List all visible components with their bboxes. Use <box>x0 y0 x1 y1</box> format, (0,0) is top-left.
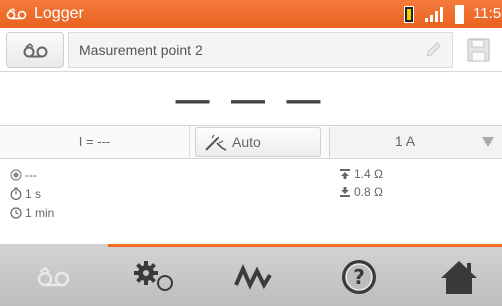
measurement-name-field[interactable]: Masurement point 2 <box>68 32 453 68</box>
duration-value: 1 min <box>25 206 55 220</box>
signal-icon <box>425 7 443 22</box>
range-value: 1 A <box>394 133 416 149</box>
result-area: — — — <box>0 73 502 125</box>
logger-logo-icon <box>6 8 27 20</box>
range-select[interactable]: 1 A <box>329 127 502 157</box>
save-icon[interactable] <box>462 34 494 66</box>
logger-icon <box>23 43 48 58</box>
probe-icon <box>205 134 227 151</box>
upper-limit-icon <box>340 169 350 179</box>
home-icon <box>441 260 477 294</box>
parameters-row: I = --- Auto 1 A <box>0 125 502 159</box>
timer-item: 1 s <box>10 187 41 201</box>
stopwatch-icon <box>10 187 22 200</box>
info-panel: --- 1 s 1 min 1.4 Ω 0.8 Ω <box>0 160 502 244</box>
edit-pencil-icon[interactable] <box>424 41 442 59</box>
status-bar: Logger 11:52 <box>0 0 502 28</box>
battery-icon <box>455 5 464 24</box>
logger-button[interactable] <box>6 32 64 68</box>
lower-limit-icon <box>340 187 350 197</box>
help-button[interactable]: ? <box>309 247 409 306</box>
settings-button[interactable] <box>105 247 205 306</box>
dropdown-arrow-icon <box>482 137 494 147</box>
measurement-result: — — — <box>175 81 327 119</box>
current-value: I = --- <box>0 126 190 158</box>
settings-icon <box>134 260 173 291</box>
radio-dot-icon <box>10 169 22 181</box>
lower-limit-value: 0.8 Ω <box>354 185 383 199</box>
measurement-button[interactable] <box>203 247 303 306</box>
lower-limit-item: 0.8 Ω <box>339 185 383 199</box>
auto-mode-button[interactable]: Auto <box>195 127 321 157</box>
status-dot-item: --- <box>10 168 37 182</box>
upper-limit-item: 1.4 Ω <box>339 167 383 181</box>
help-icon: ? <box>342 259 376 294</box>
duration-item: 1 min <box>10 206 54 220</box>
timer-value: 1 s <box>25 187 42 201</box>
meter-battery-icon <box>404 6 414 23</box>
clock-time: 11:52 <box>473 5 502 22</box>
logger-icon <box>37 266 70 286</box>
home-button[interactable] <box>409 247 502 306</box>
logger-tab-button[interactable] <box>4 247 104 306</box>
upper-limit-value: 1.4 Ω <box>354 167 383 181</box>
auto-mode-label: Auto <box>232 134 261 150</box>
measurement-name: Masurement point 2 <box>79 42 203 58</box>
measurement-icon <box>234 263 272 290</box>
header-row: Masurement point 2 <box>0 28 502 72</box>
status-dot-value: --- <box>25 168 37 182</box>
bottom-toolbar: ? <box>0 247 502 306</box>
svg-text:?: ? <box>353 265 365 289</box>
app-title: Logger <box>34 5 84 22</box>
clock-icon <box>10 207 22 219</box>
